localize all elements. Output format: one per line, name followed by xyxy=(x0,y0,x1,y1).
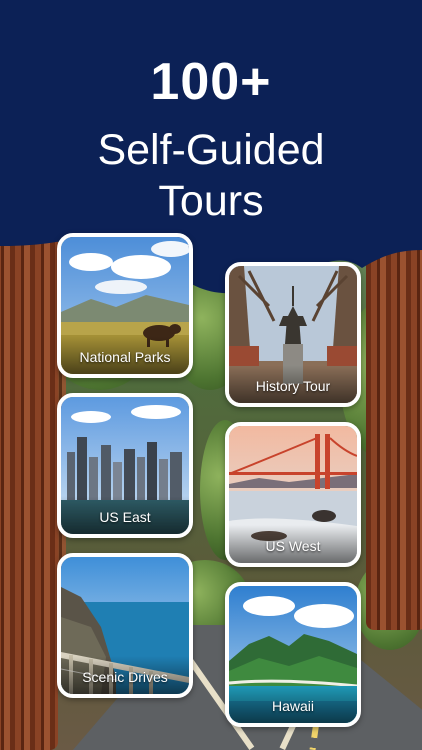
tour-card-hawaii[interactable]: Hawaii xyxy=(225,582,361,727)
app-screen: 100+ Self-Guided Tours National Parks Hi… xyxy=(0,0,422,750)
tour-card-scenic-drives[interactable]: Scenic Drives xyxy=(57,553,193,698)
tour-count-heading: 100+ xyxy=(150,53,272,111)
tour-card-us-east[interactable]: US East xyxy=(57,393,193,538)
tour-card-label: US West xyxy=(229,525,357,563)
tour-card-label: National Parks xyxy=(61,336,189,374)
title-line-1: Self-Guided xyxy=(97,126,325,174)
tour-card-history-tour[interactable]: History Tour xyxy=(225,262,361,407)
tour-card-label: History Tour xyxy=(229,365,357,403)
tour-card-national-parks[interactable]: National Parks xyxy=(57,233,193,378)
tour-card-us-west[interactable]: US West xyxy=(225,422,361,567)
tour-card-label: US East xyxy=(61,496,189,534)
title-line-2: Tours xyxy=(158,177,264,225)
tour-card-label: Hawaii xyxy=(229,685,357,723)
page-title: Self-Guided Tours xyxy=(0,125,422,227)
tour-card-label: Scenic Drives xyxy=(61,656,189,694)
